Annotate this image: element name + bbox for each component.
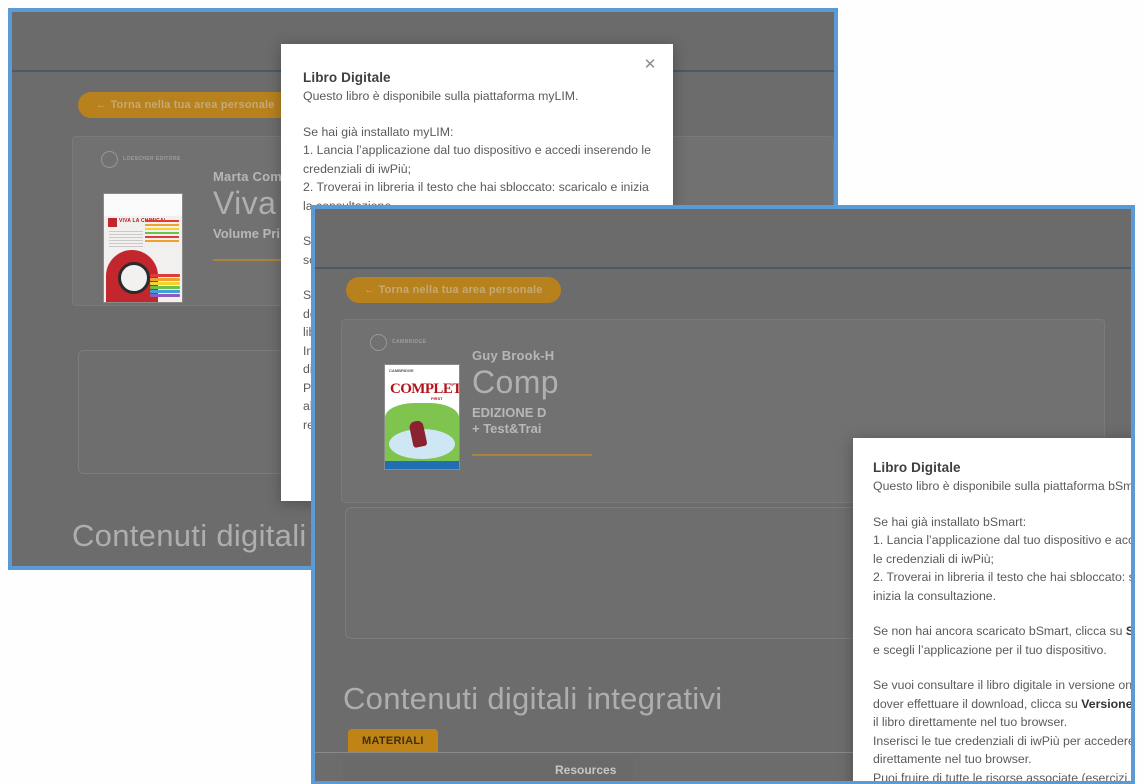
libro-digitale-modal-bsmart: ✕ Libro Digitale Questo libro è disponib… [853,438,1135,784]
book-cover-complete: CAMBRIDGE COMPLETE FIRST [384,364,460,470]
book-title: Comp [472,364,559,400]
publisher-mark-icon [370,334,387,352]
modal-download-pre: Se non hai ancora scaricato bSmart, clic… [873,624,1126,638]
publisher-mark-icon [101,151,118,169]
modal-installed-block-bsmart: Se hai già installato bSmart: 1. Lancia … [873,513,1135,606]
modal-step-1: 1. Lancia l’applicazione dal tuo disposi… [873,533,1135,566]
book-cover-viva-la-chimica: VIVA LA CHIMICA! [103,193,183,303]
modal-credentials-line: Inserisci le tue credenziali di iwPiù pe… [873,733,1135,767]
modal-title-bsmart: Libro Digitale [873,460,961,475]
resources-row-label: Resources [555,763,617,777]
book-author: Guy Brook-H [472,348,555,363]
modal-step-1: 1. Lancia l’applicazione dal tuo disposi… [303,143,651,176]
browser-window-bsmart: ← Torna nella tua area personale CAMBRID… [311,205,1135,784]
modal-resources-line: Puoi fruire di tutte le risorse associat… [873,770,1131,784]
modal-installed-heading: Se hai già installato myLIM: [303,124,454,139]
modal-download-bold: Scarica la app [1125,624,1135,638]
digital-contents-title-front: Contenuti digitali integrativi [343,681,723,716]
modal-installed-block-mylim: Se hai già installato myLIM: 1. Lancia l… [303,123,651,216]
modal-intro-bsmart: Questo libro è disponibile sulla piattaf… [873,479,1135,493]
materials-tab-front[interactable]: MATERIALI [348,729,438,753]
book-divider [472,454,592,456]
close-icon[interactable]: ✕ [641,56,659,74]
back-to-personal-area-button-back[interactable]: ← Torna nella tua area personale [78,92,293,118]
modal-online-block-bsmart: Se vuoi consultare il libro digitale in … [873,676,1135,784]
modal-intro-mylim: Questo libro è disponibile sulla piattaf… [303,89,579,103]
publisher-logo-loescher: LOESCHER EDITORE [101,151,193,171]
modal-online-bold: Versione online [1081,696,1133,711]
digital-contents-title-back: Contenuti digitali in [72,518,341,553]
screenshot-root: ← Torna nella tua area personale LOESCHE… [0,0,1142,784]
book-meta-front: Guy Brook-H Comp EDIZIONE D + Test&Trai [472,348,592,456]
back-to-personal-area-button-front[interactable]: ← Torna nella tua area personale [346,277,561,303]
cover-brand-text: CAMBRIDGE [389,368,414,373]
modal-download-block-bsmart: Se non hai ancora scaricato bSmart, clic… [873,622,1135,659]
book-subtitle: EDIZIONE D [472,405,547,420]
modal-installed-heading: Se hai già installato bSmart: [873,514,1027,529]
cover-title-text: COMPLETE [390,381,459,397]
modal-step-2: 2. Troverai in libreria il testo che hai… [873,570,1135,603]
book-subtitle-2: + Test&Trai [472,421,542,436]
publisher-logo-cambridge: CAMBRIDGE [370,334,462,354]
modal-title-mylim: Libro Digitale [303,70,391,85]
site-header-front [315,209,1131,269]
modal-download-post: e scegli l’applicazione per il tuo dispo… [873,642,1107,657]
